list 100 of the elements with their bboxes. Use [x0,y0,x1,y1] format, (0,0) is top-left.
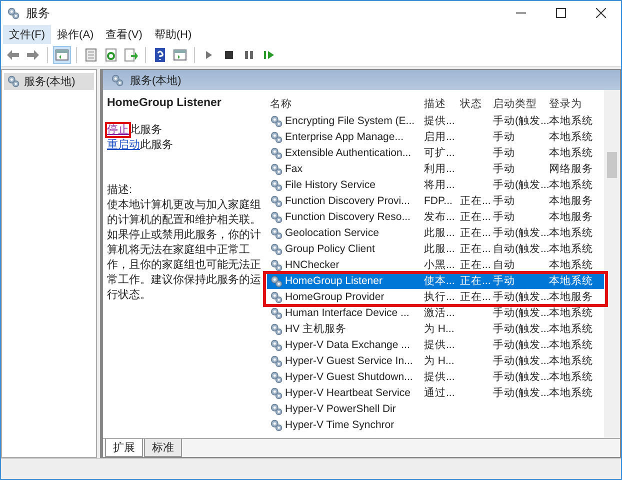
table-cell-text: 手动(触发... [492,306,546,320]
table-cell-text: 激活... [423,306,456,320]
gear-icon [270,418,283,432]
table-row[interactable]: HomeGroup Provider 执行... 正在... 手动(触发...本地服务 [267,289,604,305]
action-link[interactable]: 重启动 [107,139,140,151]
table-row[interactable]: Human Interface Device ... 激活... 手动(触发...本地系统 [267,305,604,321]
table-cell-text: 通过... [423,386,456,400]
table-row[interactable]: Group Policy Client 此服... 正在... 自动(触发...本地系统 [267,241,604,257]
description-label: 描述: [107,183,134,198]
table-row[interactable]: Encrypting File System (E... 提供... 手动(触发...本地系统 [267,113,604,129]
table-cell-text: 本地服务 [548,290,592,304]
table-cell: Fax [285,163,303,175]
table-cell-text: 使本... [423,274,456,288]
table-cell-text: 提供... [423,338,456,352]
table-cell: Geolocation Service [285,227,379,239]
menu-item[interactable]: 帮助(H) [148,25,198,44]
table-cell: Enterprise App Manage... [285,131,404,143]
table-cell: Hyper-V Data Exchange ... [285,339,410,351]
column-header[interactable]: 名称 [267,96,421,110]
table-cell: Human Interface Device ... [285,307,410,319]
table-row[interactable]: HomeGroup Listener 使本... 正在... 手动 本地系统 [267,273,604,289]
action-link[interactable]: 停止 [107,124,129,136]
table-cell: Hyper-V PowerShell Dir [285,403,396,415]
table-cell-text: FDP... [423,195,454,207]
action-text: 重启动此服务 [107,138,174,153]
table-cell-text: 手动(触发... [492,178,546,192]
gear-icon [270,146,283,160]
scrollbar[interactable] [604,90,620,438]
table-cell-text: 利用... [423,162,456,176]
table-cell: Hyper-V Guest Service In... [285,355,413,367]
table-cell-text: 手动(触发... [492,386,546,400]
table-row[interactable]: Hyper-V PowerShell Dir [267,401,604,417]
table-cell-text: 本地服务 [548,210,592,224]
forward-icon[interactable] [25,47,41,63]
table-row[interactable]: HNChecker 小黑... 正在... 自动 本地系统 [267,257,604,273]
table-cell-text: 正在... [459,290,490,304]
table-cell-text: 手动 [492,146,516,160]
table-row[interactable]: Hyper-V Heartbeat Service 通过... 手动(触发...本地系统 [267,385,604,401]
gear-icon [270,386,283,400]
table-cell-text: 本地系统 [548,274,592,288]
table-cell-text: 正在... [459,226,490,240]
gear-icon [270,242,283,256]
table-cell-text: 手动(触发... [492,322,546,336]
gear-icon [270,290,283,304]
table-cell-text: 自动(触发... [492,242,546,256]
gear-icon [270,370,283,384]
table-row[interactable]: Function Discovery Reso... 发布... 正在... 手动 本地服务 [267,209,604,225]
menu-item[interactable]: 操作(A) [51,25,100,44]
table-cell-text: 提供... [423,114,456,128]
table-row[interactable]: HV 主机服务 为 H... 手动(触发...本地系统 [267,321,604,337]
table-cell-text: 正在... [459,194,490,208]
table-cell-text: 执行... [423,290,456,304]
gear-icon [270,130,283,144]
table-cell-text: 自动 [492,258,516,272]
table-row[interactable]: Function Discovery Provi... FDP... 正在... 手动 本地服务 [267,193,604,209]
properties-icon[interactable] [83,47,99,63]
tab[interactable]: 扩展 [105,439,143,457]
table-cell-text: 启用... [423,130,456,144]
column-header[interactable]: 描述 [421,96,457,110]
table-cell: Function Discovery Reso... [285,211,410,223]
column-header[interactable]: 状态 [457,96,490,110]
column-header[interactable]: 启动类型 [490,96,546,110]
table-cell-text: 将用... [423,178,456,192]
tab[interactable]: 标准 [144,439,182,457]
table-row[interactable]: File History Service 将用... 手动(触发...本地系统 [267,177,604,193]
tree-item[interactable]: 服务(本地) [4,73,94,90]
table-cell-text: 手动 [492,210,516,224]
window-icon[interactable] [172,47,188,63]
menu-item[interactable]: 查看(V) [100,25,148,44]
table-cell-text: 此服... [423,242,456,256]
table-cell-text: 本地系统 [548,306,592,320]
help-icon[interactable] [152,47,168,63]
table-row[interactable]: Geolocation Service 此服... 正在... 手动(触发...本地系统 [267,225,604,241]
table-cell-text: 提供... [423,370,456,384]
table-cell-text: 手动(触发... [492,354,546,368]
table-cell-text: 本地服务 [548,194,592,208]
table-row[interactable]: Hyper-V Guest Shutdown... 提供... 手动(触发...本地系统 [267,369,604,385]
table-cell-text: 手动 [492,130,516,144]
column-header[interactable]: 登录为 [546,96,592,110]
table-row[interactable]: Hyper-V Data Exchange ... 提供... 手动(触发...本地系统 [267,337,604,353]
gear-icon [270,402,283,416]
table-cell: Hyper-V Heartbeat Service [285,387,410,399]
table-row[interactable]: Hyper-V Time Synchror [267,417,604,433]
gear-icon [270,306,283,320]
table-row[interactable]: Hyper-V Guest Service In... 为 H... 手动(触发...本地系统 [267,353,604,369]
menu-item[interactable]: 文件(F) [3,25,52,44]
table-cell-text: 正在... [459,258,490,272]
export-icon[interactable] [123,47,139,63]
table-row[interactable]: Extensible Authentication... 可扩... 手动 本地系统 [267,145,604,161]
table-row[interactable]: Enterprise App Manage... 启用... 手动 本地系统 [267,129,604,145]
table-row[interactable]: Fax 利用... 手动 网络服务 [267,161,604,177]
panel-icon[interactable] [54,47,70,63]
table-cell-text: 手动(触发... [492,338,546,352]
window-title: 服务 [26,4,51,22]
refresh-icon[interactable] [103,47,119,63]
table-cell-text: 手动 [492,274,516,288]
gear-icon [270,322,283,336]
table-cell-text: 可扩... [423,146,456,160]
table-cell-text: 本地系统 [548,258,592,272]
table-cell-text: 正在... [459,274,490,288]
